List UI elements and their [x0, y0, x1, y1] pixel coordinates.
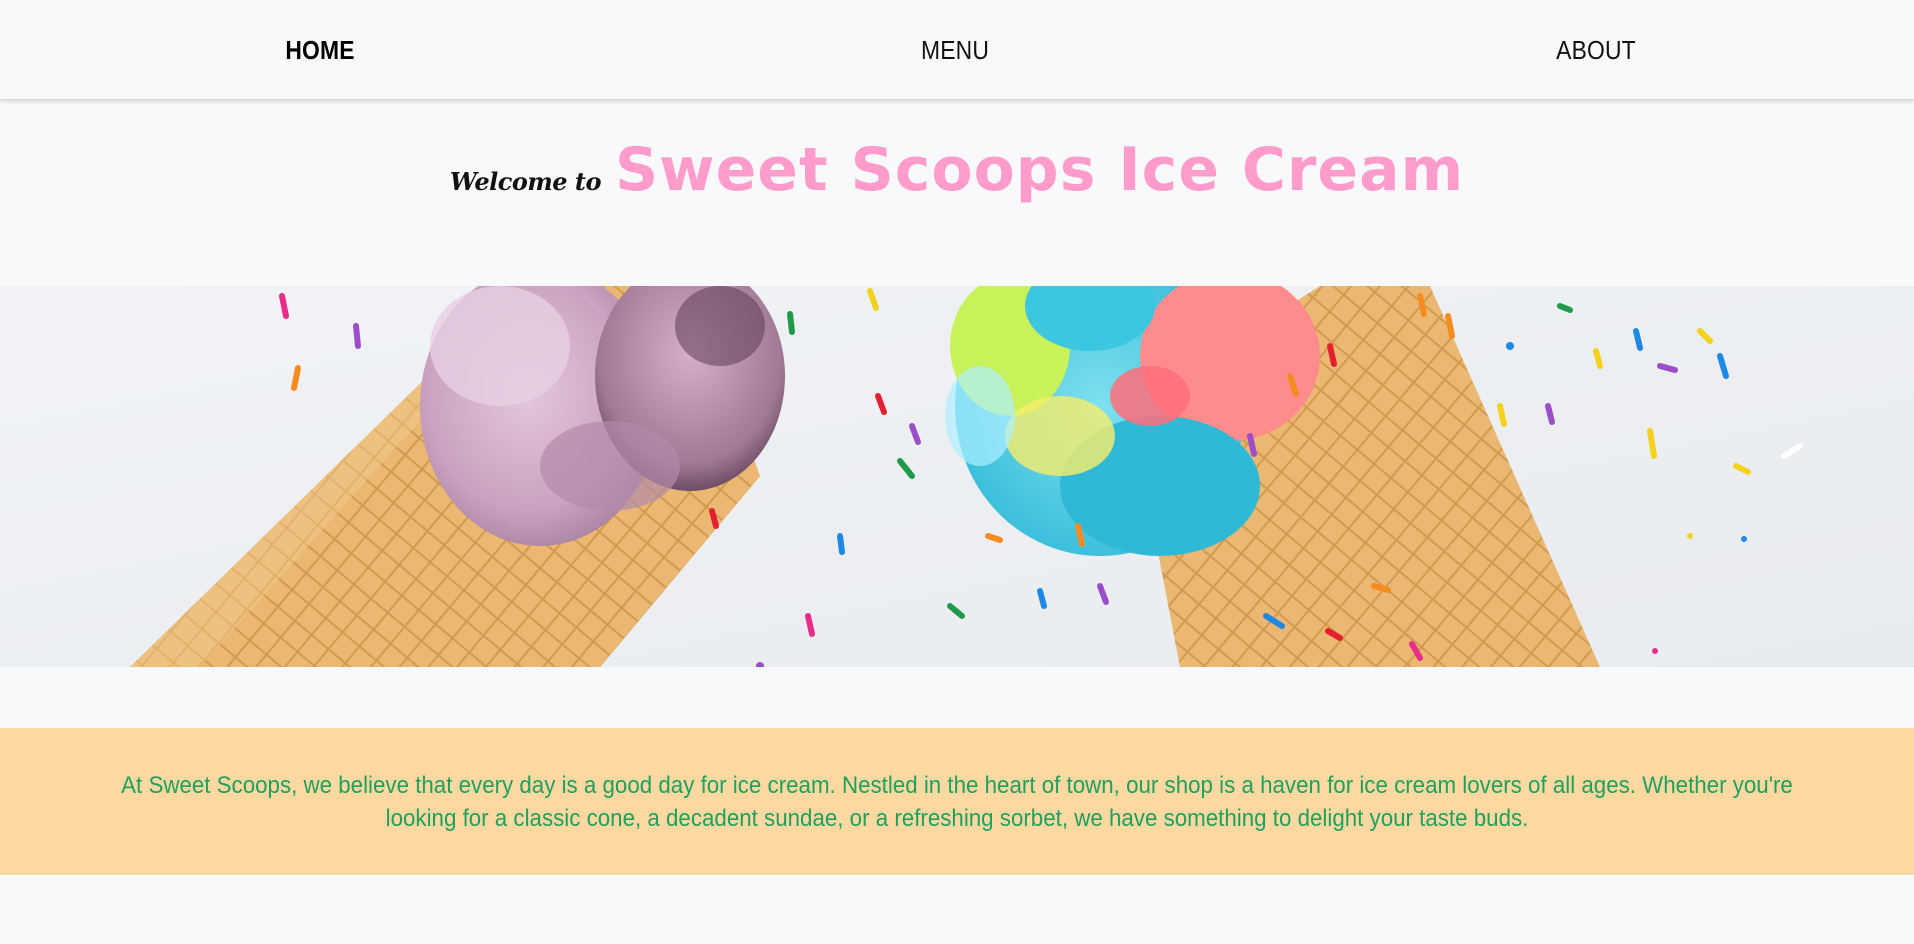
brand-name: Sweet Scoops Ice Cream: [614, 135, 1465, 205]
nav-menu-link[interactable]: MENU: [907, 28, 1004, 72]
about-paragraph: At Sweet Scoops, we believe that every d…: [121, 771, 1793, 832]
nav-home-link[interactable]: HOME: [276, 28, 364, 72]
hero-banner-image: [0, 286, 1914, 667]
ice-cream-cones-illustration: [0, 286, 1914, 667]
nav-about-link[interactable]: ABOUT: [1547, 28, 1646, 72]
welcome-text: Welcome to: [449, 167, 602, 196]
hero-heading: Welcome to Sweet Scoops Ice Cream: [0, 135, 1914, 235]
top-navigation: HOME MENU ABOUT: [0, 0, 1914, 100]
about-section: At Sweet Scoops, we believe that every d…: [0, 728, 1914, 875]
